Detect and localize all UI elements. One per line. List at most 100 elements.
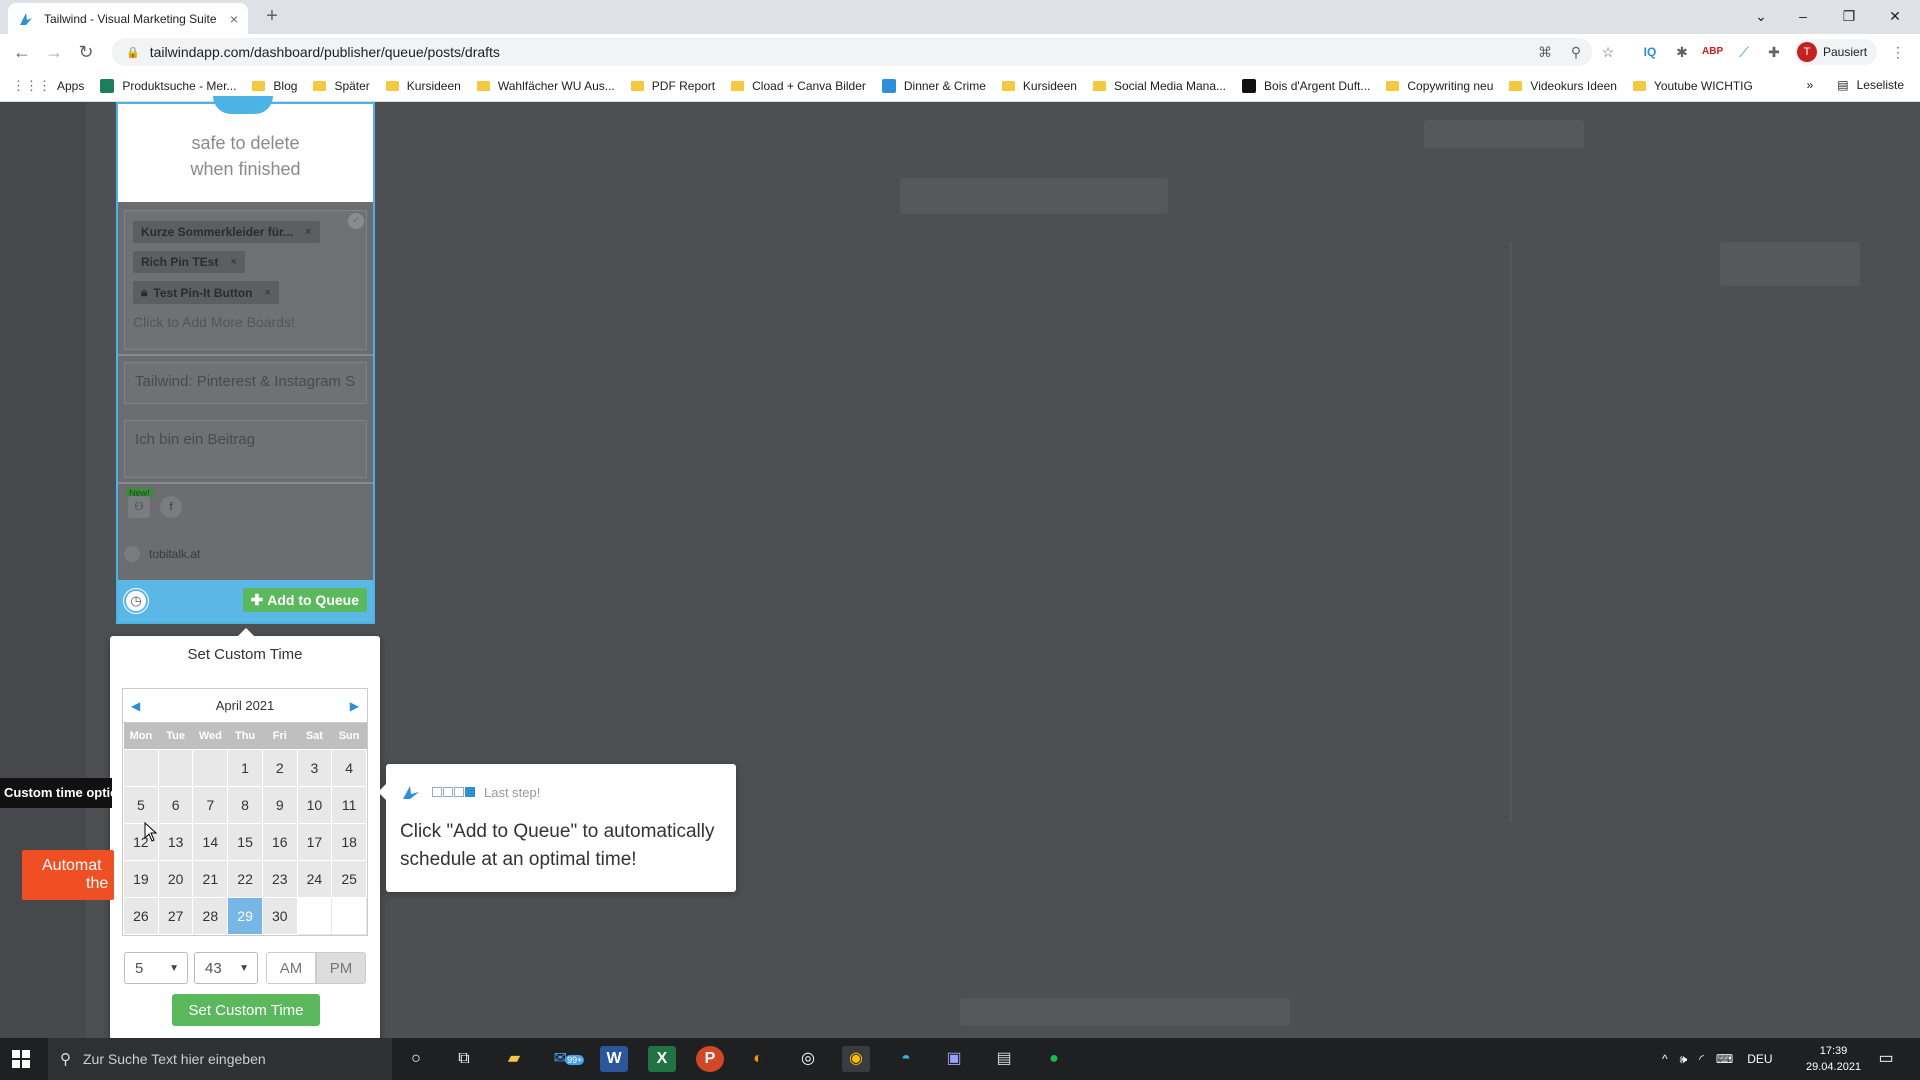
edge-icon[interactable]: ◓ <box>892 1046 920 1072</box>
board-selector[interactable]: ✓ Kurze Sommerkleider für... × Rich Pin T… <box>124 210 367 350</box>
taskbar-clock[interactable]: 17:39 29.04.2021 <box>1806 1043 1861 1075</box>
calendar-day[interactable]: 17 <box>296 822 333 861</box>
calendar-day[interactable]: 18 <box>331 822 367 861</box>
reload-icon[interactable]: ↻ <box>70 42 102 63</box>
bookmark-folder[interactable]: Später <box>313 79 370 93</box>
tailwind-extension-icon[interactable]: ⟋ <box>1734 42 1754 62</box>
profile-button[interactable]: T Pausiert <box>1795 39 1878 65</box>
add-to-queue-button[interactable]: ✚ Add to Queue <box>242 588 367 612</box>
tab-close-icon[interactable]: × <box>230 11 238 27</box>
bookmark-folder[interactable]: Blog <box>252 79 297 93</box>
keyboard-icon[interactable]: ⌨ <box>1716 1052 1733 1066</box>
calendar-day[interactable]: 26 <box>123 896 159 935</box>
calendar-day[interactable]: 1 <box>227 748 263 787</box>
remove-board-icon[interactable]: × <box>264 287 270 299</box>
calendar-day[interactable]: 27 <box>157 896 194 935</box>
back-arrow-icon[interactable]: ← <box>6 42 38 63</box>
notifications-icon[interactable]: ▭ <box>1872 1046 1900 1072</box>
am-button[interactable]: AM <box>266 952 316 984</box>
pin-title-field[interactable]: Tailwind: Pinterest & Instagram S <box>124 362 367 404</box>
bookmark-folder[interactable]: Cload + Canva Bilder <box>731 79 866 93</box>
minute-select[interactable]: 43 ▼ <box>194 952 258 984</box>
address-bar[interactable]: 🔒 tailwindapp.com/dashboard/publisher/qu… <box>112 38 1592 66</box>
calendar-day[interactable]: 13 <box>157 822 194 861</box>
clock-icon[interactable]: ◷ <box>124 589 148 613</box>
close-window-button[interactable]: ✕ <box>1872 4 1918 28</box>
translate-icon[interactable]: ⌘ <box>1535 42 1555 62</box>
browser-tab[interactable]: Tailwind - Visual Marketing Suite × <box>8 3 248 34</box>
calendar-day[interactable]: 10 <box>296 785 333 824</box>
add-boards-placeholder[interactable]: Click to Add More Boards! <box>133 314 358 330</box>
extension-iq-icon[interactable]: IQ <box>1640 42 1660 62</box>
calendar-day[interactable]: 29 <box>227 896 263 935</box>
mail-icon[interactable]: ✉99+ <box>550 1046 588 1072</box>
board-chip[interactable]: Kurze Sommerkleider für... × <box>133 221 320 243</box>
bookmark-item[interactable]: Dinner & Crime <box>881 78 986 93</box>
taskbar-search[interactable]: ⚲ Zur Suche Text hier eingeben <box>48 1038 392 1080</box>
volume-icon[interactable]: 🕪︎ <box>1680 1052 1688 1067</box>
show-hidden-icons-icon[interactable]: ^ <box>1662 1052 1668 1066</box>
obs-icon[interactable]: ◎ <box>794 1046 822 1072</box>
bookmark-star-icon[interactable]: ☆ <box>1598 42 1618 62</box>
bookmark-folder[interactable]: Videokurs Ideen <box>1509 79 1617 93</box>
calendar-day[interactable]: 23 <box>261 859 298 898</box>
board-chip[interactable]: 🔒︎ Test Pin-It Button × <box>133 281 279 304</box>
calendar-day[interactable]: 8 <box>227 785 263 824</box>
zoom-icon[interactable]: ⚲ <box>1566 42 1586 62</box>
bookmark-folder[interactable]: Copywriting neu <box>1386 79 1493 93</box>
set-custom-time-button[interactable]: Set Custom Time <box>172 994 320 1026</box>
app-icon[interactable]: ◐ <box>744 1046 772 1072</box>
calendar-day[interactable]: 5 <box>123 785 159 824</box>
bookmark-apps[interactable]: ⋮⋮⋮ Apps <box>12 78 84 94</box>
task-view-icon[interactable]: ⧉ <box>450 1046 478 1072</box>
remove-board-icon[interactable]: × <box>305 226 311 238</box>
calendar-day[interactable]: 11 <box>331 785 367 824</box>
pin-description-field[interactable]: Ich bin ein Beitrag <box>124 420 367 478</box>
calendar-day[interactable]: 15 <box>227 822 263 861</box>
calendar-day[interactable]: 7 <box>192 785 229 824</box>
calendar-day[interactable]: 21 <box>192 859 229 898</box>
calendar-day[interactable]: 28 <box>192 896 229 935</box>
calendar-day[interactable]: 4 <box>331 748 367 787</box>
more-bookmarks-icon[interactable]: » <box>1807 78 1814 92</box>
calendar-day[interactable]: 19 <box>123 859 159 898</box>
excel-icon[interactable]: X <box>648 1046 676 1072</box>
calendar-day[interactable]: 20 <box>157 859 194 898</box>
calendar-day[interactable]: 25 <box>331 859 367 898</box>
calendar-day[interactable]: 22 <box>227 859 263 898</box>
app-window-icon[interactable]: ▣ <box>940 1046 968 1072</box>
more-menu-icon[interactable]: ⋮ <box>1888 42 1908 62</box>
bookmark-item[interactable]: Produktsuche - Mer... <box>100 78 236 93</box>
bookmark-folder[interactable]: PDF Report <box>630 79 715 93</box>
bookmark-folder[interactable]: Kursideen <box>385 79 461 93</box>
windows-start-icon[interactable] <box>10 1048 32 1070</box>
board-chip[interactable]: Rich Pin TEst × <box>133 251 245 273</box>
new-tab-button[interactable]: + <box>260 5 284 28</box>
chrome-icon[interactable]: ◉ <box>842 1046 870 1072</box>
next-month-icon[interactable]: ▶ <box>350 699 359 713</box>
extensions-icon[interactable]: ✚ <box>1764 42 1784 62</box>
calendar-day[interactable]: 16 <box>261 822 298 861</box>
notepad-icon[interactable]: ▤ <box>990 1046 1018 1072</box>
spotify-icon[interactable]: ● <box>1040 1046 1068 1072</box>
people-icon[interactable]: ⚇ <box>128 496 150 518</box>
bookmark-item[interactable]: Bois d'Argent Duft... <box>1242 78 1370 93</box>
pm-button[interactable]: PM <box>316 952 366 984</box>
extension-puzzle-badge-icon[interactable]: ✱ <box>1672 42 1692 62</box>
automate-button[interactable]: Automat the <box>22 850 114 900</box>
calendar-day[interactable]: 2 <box>261 748 298 787</box>
chrome-menu-icon[interactable]: ⌄ <box>1738 4 1784 28</box>
bookmark-folder[interactable]: Youtube WICHTIG <box>1632 79 1753 93</box>
adblock-icon[interactable]: ABP <box>1702 42 1723 62</box>
powerpoint-icon[interactable]: P <box>696 1046 724 1072</box>
calendar-day[interactable]: 24 <box>296 859 333 898</box>
restore-button[interactable]: ❐ <box>1826 4 1872 28</box>
calendar-day[interactable]: 6 <box>157 785 194 824</box>
forward-arrow-icon[interactable]: → <box>38 42 70 63</box>
bookmark-folder[interactable]: Kursideen <box>1001 79 1077 93</box>
minimize-button[interactable]: – <box>1780 4 1826 28</box>
prev-month-icon[interactable]: ◀ <box>131 699 140 713</box>
calendar-day[interactable]: 30 <box>261 896 298 935</box>
input-language[interactable]: DEU <box>1747 1052 1772 1066</box>
calendar-day[interactable]: 14 <box>192 822 229 861</box>
